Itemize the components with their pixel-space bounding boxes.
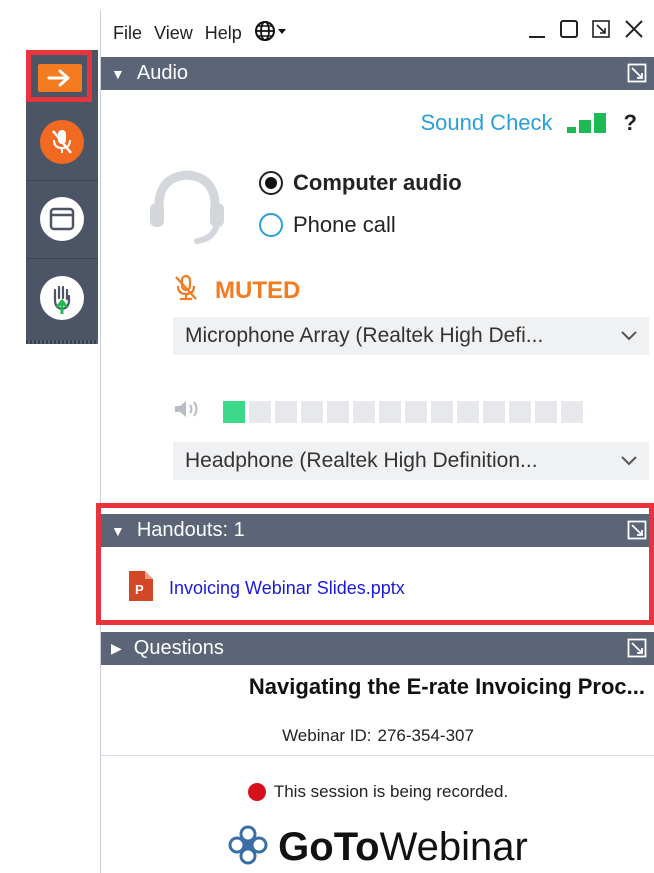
recording-notice: This session is being recorded. [101, 782, 654, 802]
computer-audio-option[interactable]: Computer audio [259, 170, 462, 196]
questions-section-header[interactable]: ▶ Questions [101, 632, 654, 665]
speaker-level-row [173, 398, 583, 425]
menu-help[interactable]: Help [205, 23, 242, 44]
microphone-muted-icon [173, 274, 199, 307]
level-cell [457, 400, 479, 423]
language-menu-button[interactable] [254, 20, 288, 47]
sound-check-row: Sound Check ? [420, 110, 637, 136]
menu-bar: File View Help [101, 10, 654, 56]
level-cell [223, 400, 245, 423]
webinar-id-value: 276-354-307 [377, 726, 474, 745]
level-cell [301, 400, 323, 423]
recording-text: This session is being recorded. [273, 782, 509, 801]
collapse-triangle-icon: ▼ [111, 65, 125, 82]
level-cell [483, 400, 505, 423]
radio-unselected-icon [259, 213, 283, 237]
phone-call-option[interactable]: Phone call [259, 212, 396, 238]
popout-icon[interactable] [591, 18, 611, 45]
headphone-selected-value: Headphone (Realtek High Definition... [185, 449, 538, 472]
level-cell [379, 400, 401, 423]
chevron-down-icon [619, 450, 639, 476]
menu-file[interactable]: File [113, 23, 142, 44]
raise-hand-button[interactable] [26, 258, 98, 338]
speaker-icon [173, 398, 207, 425]
microphone-muted-icon [40, 120, 84, 164]
recording-dot-icon [247, 783, 266, 801]
sound-check-link[interactable]: Sound Check [420, 110, 552, 136]
gotowebinar-flower-icon [228, 825, 268, 870]
audio-section-header[interactable]: ▼ Audio [101, 57, 654, 90]
headset-icon [147, 165, 227, 254]
radio-selected-icon [259, 171, 283, 195]
microphone-select[interactable]: Microphone Array (Realtek High Defi... [173, 317, 649, 355]
control-panel: File View Help ▼ Audio Sound Check ? Com… [100, 10, 654, 873]
webinar-id-label: Webinar ID: [282, 726, 372, 745]
gotowebinar-logo: GoToWebinar [101, 825, 654, 870]
webinar-title: Navigating the E-rate Invoicing Proc... [248, 674, 645, 699]
level-cell [327, 400, 349, 423]
signal-bars-icon [566, 113, 606, 133]
chevron-down-icon [619, 325, 639, 351]
raise-hand-icon [40, 276, 84, 320]
audio-header-label: Audio [136, 62, 189, 84]
expand-triangle-icon: ▶ [111, 640, 122, 656]
headphone-select[interactable]: Headphone (Realtek High Definition... [173, 442, 649, 480]
window-controls [527, 18, 645, 45]
screen-viewer-button[interactable] [26, 180, 98, 259]
highlight-frame [26, 50, 92, 102]
level-cell [249, 400, 271, 423]
level-cell [561, 400, 583, 423]
mute-microphone-button[interactable] [26, 104, 98, 181]
level-cell [509, 400, 531, 423]
brand-name: GoToWebinar [278, 825, 528, 869]
computer-audio-label: Computer audio [293, 170, 462, 195]
close-icon[interactable] [623, 18, 645, 45]
toolbar-grip [26, 340, 98, 344]
muted-label: MUTED [215, 276, 301, 304]
restore-icon[interactable] [559, 18, 579, 45]
level-cell [535, 400, 557, 423]
divider [101, 755, 654, 756]
microphone-selected-value: Microphone Array (Realtek High Defi... [185, 324, 544, 347]
mute-status[interactable]: MUTED [173, 274, 300, 307]
level-cell [275, 400, 297, 423]
minimize-icon[interactable] [527, 18, 547, 45]
webinar-id: Webinar ID: 276-354-307 [101, 726, 654, 746]
help-button[interactable]: ? [624, 110, 637, 136]
window-icon [40, 197, 84, 241]
questions-header-label: Questions [133, 637, 224, 659]
phone-call-label: Phone call [293, 212, 396, 237]
popout-icon[interactable] [627, 638, 647, 664]
popout-icon[interactable] [627, 63, 647, 89]
menu-view[interactable]: View [154, 23, 193, 44]
level-cell [405, 400, 427, 423]
globe-icon [254, 20, 288, 47]
level-cell [353, 400, 375, 423]
highlight-frame [96, 503, 654, 625]
speaker-level-meter [223, 400, 583, 423]
level-cell [431, 400, 453, 423]
